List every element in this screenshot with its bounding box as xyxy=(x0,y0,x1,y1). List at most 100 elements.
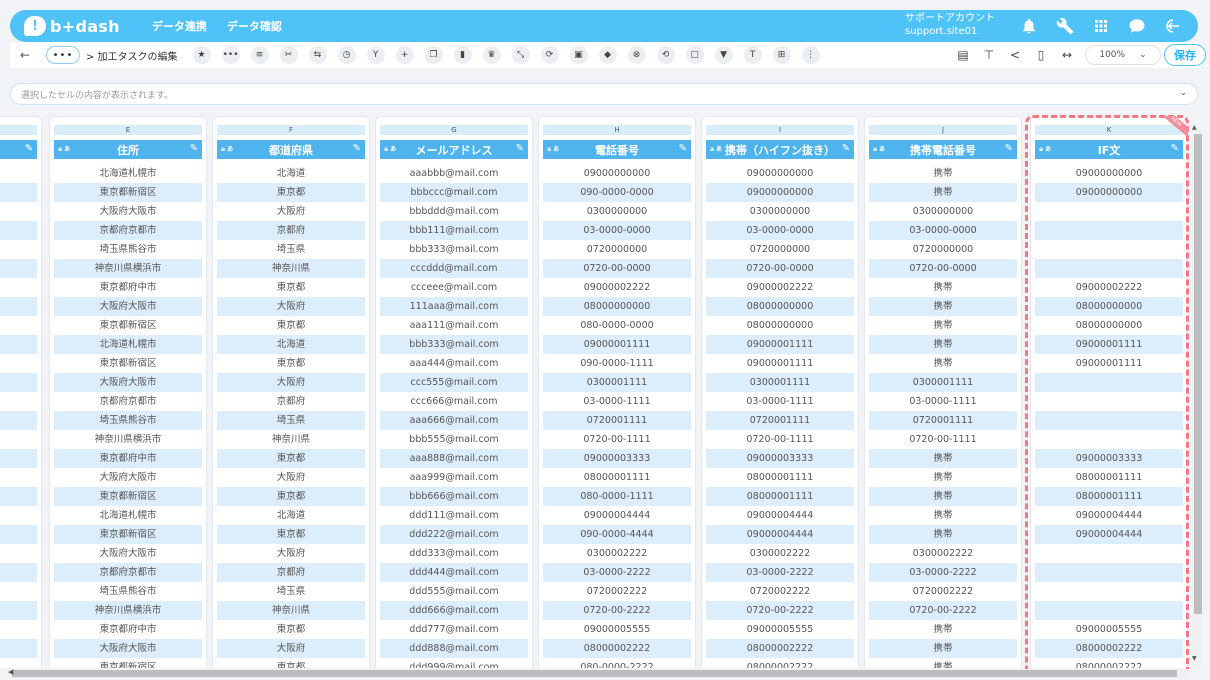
table-cell[interactable]: 大阪府大阪市 xyxy=(54,468,202,487)
table-cell[interactable]: 08000001111 xyxy=(1035,468,1183,487)
table-cell[interactable]: 0300002222 xyxy=(706,544,854,563)
table-cell[interactable] xyxy=(1035,373,1183,392)
split-icon[interactable]: ⋮ xyxy=(799,43,823,67)
table-cell[interactable]: bbb666@mail.com xyxy=(380,487,528,506)
scroll-up-icon[interactable]: ▲ xyxy=(1192,124,1197,131)
table-cell[interactable]: ddd444@mail.com xyxy=(380,563,528,582)
table-cell[interactable]: 携帯 xyxy=(869,525,1017,544)
table-cell[interactable]: 神奈川県横浜市 xyxy=(54,430,202,449)
table-cell[interactable]: 09000001111 xyxy=(1035,354,1183,373)
table-cell[interactable]: 東京都新宿区 xyxy=(54,316,202,335)
table-cell[interactable]: 京都府 xyxy=(217,221,365,240)
table-cell[interactable]: 080-0000-2222 xyxy=(543,658,691,668)
frame-icon[interactable]: ▢ xyxy=(683,43,707,67)
table-cell[interactable] xyxy=(0,202,37,221)
table-cell[interactable] xyxy=(0,297,37,316)
hierarchy-icon[interactable]: ⊤ xyxy=(980,46,998,64)
crown-icon[interactable]: ♛ xyxy=(480,43,504,67)
table-cell[interactable]: 08000000000 xyxy=(706,297,854,316)
table-cell[interactable]: 08000002222 xyxy=(543,639,691,658)
table-cell[interactable]: 080-0000-0000 xyxy=(543,316,691,335)
table-cell[interactable]: 携帯 xyxy=(869,639,1017,658)
table-cell[interactable] xyxy=(0,506,37,525)
table-cell[interactable]: 03-0000-0000 xyxy=(543,221,691,240)
repeat-icon[interactable]: ⟳ xyxy=(538,43,562,67)
table-cell[interactable]: 080-0000-1111 xyxy=(543,487,691,506)
column-header[interactable]: a あ 住所 ✎ xyxy=(54,140,202,159)
table-cell[interactable]: bbb333@mail.com xyxy=(380,240,528,259)
more-button[interactable]: ••• xyxy=(46,46,80,64)
table-cell[interactable]: 09000002222 xyxy=(1035,278,1183,297)
copy-icon[interactable]: ❐ xyxy=(422,43,446,67)
table-cell[interactable]: 08000001111 xyxy=(1035,487,1183,506)
table-cell[interactable] xyxy=(0,221,37,240)
column-header[interactable]: a あ携帯（ハイフン抜き） ✎ xyxy=(706,140,854,159)
table-cell[interactable]: aaa111@mail.com xyxy=(380,316,528,335)
account-info[interactable]: サポートアカウント support.site01 xyxy=(905,12,995,38)
table-cell[interactable]: 東京都 xyxy=(217,525,365,544)
table-cell[interactable] xyxy=(0,544,37,563)
table-cell[interactable]: ccceee@mail.com xyxy=(380,278,528,297)
table-cell[interactable] xyxy=(0,373,37,392)
table-cell[interactable]: 0300002222 xyxy=(869,544,1017,563)
table-cell[interactable] xyxy=(0,487,37,506)
trash-icon[interactable]: ▮ xyxy=(451,43,475,67)
table-cell[interactable]: 東京都 xyxy=(217,658,365,668)
table-cell[interactable]: 03-0000-2222 xyxy=(869,563,1017,582)
table-cell[interactable]: 0720002222 xyxy=(869,582,1017,601)
vertical-scroll-thumb[interactable] xyxy=(1194,134,1202,614)
column-letter[interactable]: E xyxy=(54,125,202,135)
horizontal-scroll-thumb[interactable] xyxy=(12,670,1177,677)
table-cell[interactable]: 大阪府 xyxy=(217,468,365,487)
clipboard-icon[interactable]: ▤ xyxy=(954,46,972,64)
pencil-icon[interactable]: ✎ xyxy=(842,143,850,154)
table-cell[interactable]: 大阪府 xyxy=(217,297,365,316)
table-cell[interactable]: 東京都 xyxy=(217,487,365,506)
column-header[interactable]: a あ メールアドレス ✎ xyxy=(380,140,528,159)
table-cell[interactable]: 北海道 xyxy=(217,164,365,183)
table-cell[interactable]: 神奈川県 xyxy=(217,601,365,620)
table-cell[interactable]: 0720-00-0000 xyxy=(869,259,1017,278)
table-icon[interactable]: ⊞ xyxy=(770,43,794,67)
table-cell[interactable]: 0720-00-1111 xyxy=(869,430,1017,449)
table-cell[interactable]: 0720000000 xyxy=(543,240,691,259)
box-icon[interactable]: ◆ xyxy=(596,43,620,67)
table-cell[interactable]: 携帯 xyxy=(869,487,1017,506)
table-cell[interactable]: 大阪府 xyxy=(217,373,365,392)
table-cell[interactable]: 東京都 xyxy=(217,449,365,468)
pencil-icon[interactable]: ✎ xyxy=(516,143,524,154)
merge-icon[interactable]: ⇆ xyxy=(306,43,330,67)
table-cell[interactable] xyxy=(0,240,37,259)
table-cell[interactable] xyxy=(0,582,37,601)
table-cell[interactable] xyxy=(1035,202,1183,221)
table-cell[interactable]: 京都府京都市 xyxy=(54,221,202,240)
table-cell[interactable]: 09000004444 xyxy=(1035,525,1183,544)
table-cell[interactable]: 携帯 xyxy=(869,354,1017,373)
dots-icon[interactable]: ••• xyxy=(219,43,243,67)
column-header[interactable]: a あ 携帯電話番号 ✎ xyxy=(869,140,1017,159)
cancel-icon[interactable]: ⊗ xyxy=(625,43,649,67)
table-cell[interactable]: 東京都府中市 xyxy=(54,620,202,639)
column-letter[interactable]: I xyxy=(706,125,854,135)
table-cell[interactable]: aaa444@mail.com xyxy=(380,354,528,373)
table-cell[interactable]: 北海道札幌市 xyxy=(54,164,202,183)
table-cell[interactable]: 09000005555 xyxy=(1035,620,1183,639)
nav-data-check[interactable]: データ確認 xyxy=(227,18,282,34)
text-icon[interactable]: T xyxy=(741,43,765,67)
table-cell[interactable]: 03-0000-1111 xyxy=(543,392,691,411)
zoom-select[interactable]: 100% ⌄ xyxy=(1085,45,1161,65)
table-cell[interactable]: 大阪府大阪市 xyxy=(54,373,202,392)
table-cell[interactable]: 東京都 xyxy=(217,183,365,202)
table-cell[interactable]: 08000001111 xyxy=(706,487,854,506)
table-cell[interactable]: 0300000000 xyxy=(869,202,1017,221)
table-cell[interactable] xyxy=(1035,411,1183,430)
table-cell[interactable]: 0720-00-1111 xyxy=(706,430,854,449)
table-cell[interactable]: 0300002222 xyxy=(543,544,691,563)
table-cell[interactable] xyxy=(1035,221,1183,240)
column-letter[interactable]: F xyxy=(217,125,365,135)
table-cell[interactable]: bbb555@mail.com xyxy=(380,430,528,449)
table-cell[interactable] xyxy=(0,183,37,202)
table-cell[interactable]: 埼玉県熊谷市 xyxy=(54,240,202,259)
table-cell[interactable]: 携帯 xyxy=(869,297,1017,316)
table-cell[interactable]: 大阪府大阪市 xyxy=(54,297,202,316)
